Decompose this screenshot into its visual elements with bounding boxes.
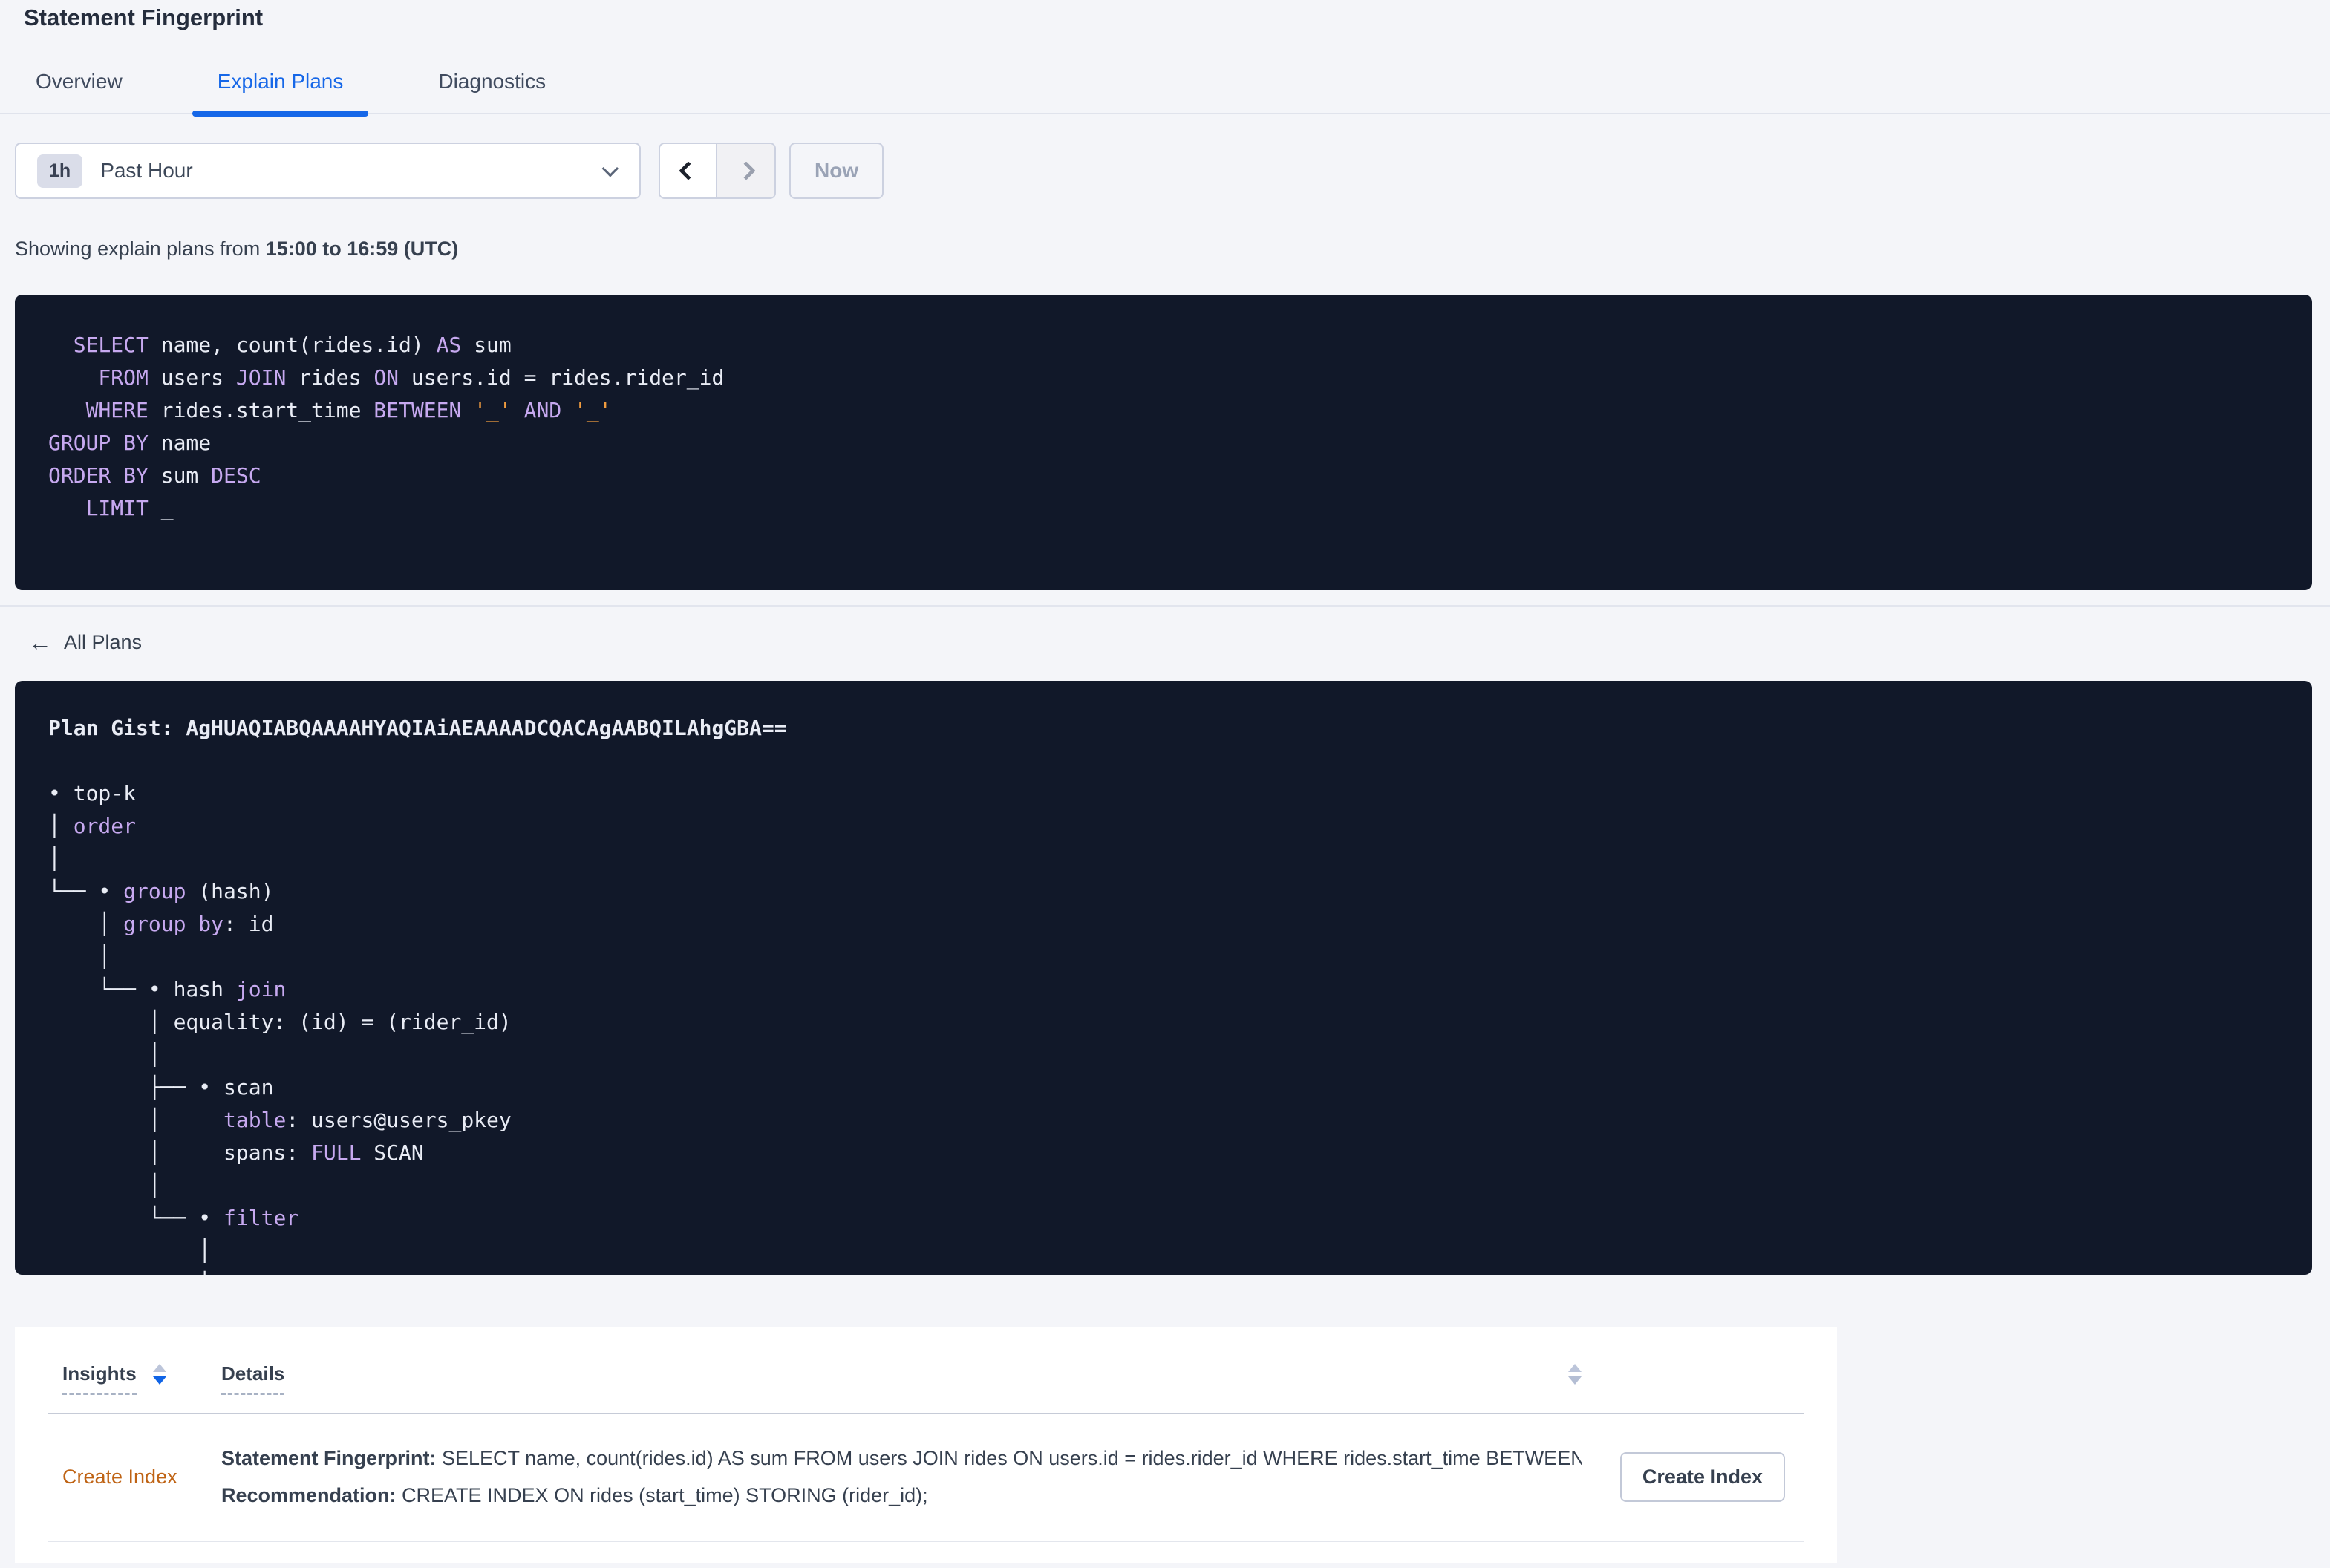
chevron-down-icon	[601, 160, 619, 177]
sql-statement-block: SELECT name, count(rides.id) AS sum FROM…	[15, 295, 2312, 590]
statement-fingerprint-line: Statement Fingerprint: SELECT name, coun…	[221, 1440, 1582, 1477]
time-picker-row: 1h Past Hour Now	[15, 143, 2312, 199]
recommendation-text: CREATE INDEX ON rides (start_time) STORI…	[396, 1484, 928, 1506]
previous-range-button[interactable]	[660, 144, 717, 197]
time-range-select[interactable]: 1h Past Hour	[15, 143, 641, 199]
time-range-label: Past Hour	[100, 159, 193, 182]
chevron-right-icon	[736, 161, 756, 180]
sort-icon-details	[1568, 1364, 1582, 1385]
insights-table-header: Insights Details	[48, 1327, 1804, 1414]
sort-icon-insights	[152, 1364, 166, 1385]
next-range-button[interactable]	[717, 144, 774, 197]
table-row: Create Index Statement Fingerprint: SELE…	[48, 1414, 1804, 1542]
insight-details-cell: Statement Fingerprint: SELECT name, coun…	[221, 1440, 1582, 1514]
chevron-left-icon	[678, 161, 698, 180]
insights-table: Insights Details Create Index Statement …	[15, 1327, 1837, 1563]
create-index-button[interactable]: Create Index	[1619, 1451, 1785, 1502]
showing-range: 15:00 to 16:59 (UTC)	[265, 238, 459, 260]
insights-header-label: Insights	[62, 1362, 137, 1395]
recommendation-label: Recommendation:	[221, 1484, 397, 1506]
statement-fingerprint-label: Statement Fingerprint:	[221, 1447, 437, 1469]
tab-bar: Overview Explain Plans Diagnostics	[0, 70, 2330, 117]
sort-asc-icon	[1568, 1364, 1582, 1372]
sort-desc-icon	[1568, 1376, 1582, 1385]
arrow-left-icon: ←	[28, 629, 52, 656]
create-index-link[interactable]: Create Index	[62, 1466, 221, 1489]
row-action-cell: Create Index	[1582, 1451, 1804, 1502]
time-pager	[659, 143, 776, 199]
now-button[interactable]: Now	[789, 143, 884, 199]
time-range-badge: 1h	[37, 154, 83, 188]
showing-range-text: Showing explain plans from 15:00 to 16:5…	[15, 238, 2330, 261]
tab-overview[interactable]: Overview	[36, 70, 123, 113]
page-title: Statement Fingerprint	[24, 4, 264, 30]
sort-asc-icon	[152, 1364, 166, 1372]
all-plans-label: All Plans	[64, 630, 143, 653]
column-header-insights[interactable]: Insights	[62, 1362, 221, 1395]
statement-fingerprint-text: SELECT name, count(rides.id) AS sum FROM…	[436, 1447, 1582, 1469]
all-plans-link[interactable]: ← All Plans	[28, 630, 142, 654]
details-header-label: Details	[221, 1362, 285, 1395]
tab-explain-plans[interactable]: Explain Plans	[192, 70, 368, 117]
showing-prefix: Showing explain plans from	[15, 238, 266, 260]
sort-desc-icon	[152, 1376, 166, 1385]
column-header-details[interactable]: Details	[221, 1362, 1582, 1395]
recommendation-line: Recommendation: CREATE INDEX ON rides (s…	[221, 1477, 1582, 1514]
plan-gist-block: Plan Gist: AgHUAQIABQAAAAHYAQIAiAEAAAADC…	[15, 681, 2312, 1275]
section-divider	[0, 605, 2330, 607]
tab-diagnostics[interactable]: Diagnostics	[438, 70, 546, 113]
